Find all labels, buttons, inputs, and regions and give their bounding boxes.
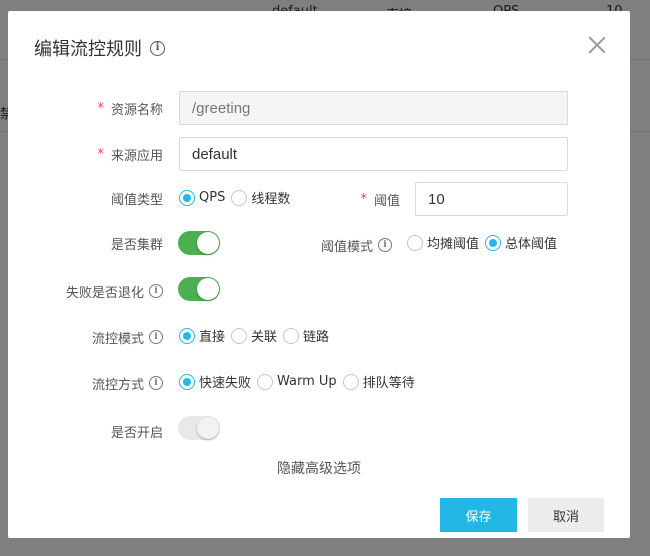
cancel-button[interactable]: 取消	[528, 498, 604, 532]
threshold-label: * 阈值	[348, 189, 400, 209]
threshold-label-text: 阈值	[373, 193, 400, 209]
radio-qps[interactable]: QPS	[179, 189, 226, 206]
threshold-type-label-text: 阈值类型	[110, 192, 163, 208]
radio-unselected-icon	[342, 373, 359, 390]
fallback-toggle[interactable]	[178, 277, 220, 301]
radio-global[interactable]: 总体阈值	[485, 233, 557, 252]
info-icon[interactable]: i	[149, 330, 163, 344]
radio-chain-label: 链路	[303, 330, 330, 345]
info-icon[interactable]: i	[150, 40, 165, 56]
origin-label-text: 来源应用	[110, 148, 163, 164]
threshold-input[interactable]	[415, 182, 568, 216]
cluster-threshold-mode-label-text: 阈值模式	[320, 239, 373, 255]
info-icon[interactable]: i	[378, 238, 392, 252]
cluster-threshold-mode-radio-group: 均摊阈值 总体阈值	[407, 233, 563, 252]
radio-unselected-icon	[231, 327, 248, 344]
required-marker: *	[97, 100, 104, 116]
fallback-label: 失败是否退化 i	[28, 281, 163, 301]
radio-selected-icon	[179, 189, 195, 206]
resource-name-input	[179, 91, 568, 125]
radio-fast-fail-label: 快速失败	[199, 376, 252, 391]
cluster-label: 是否集群	[48, 233, 163, 253]
required-marker: *	[360, 191, 367, 207]
radio-fast-fail[interactable]: 快速失败	[179, 372, 251, 391]
fallback-label-text: 失败是否退化	[65, 285, 144, 301]
radio-global-label: 总体阈值	[505, 237, 558, 252]
control-behavior-label-text: 流控方式	[91, 377, 144, 393]
control-behavior-radio-group: 快速失败 Warm Up 排队等待	[179, 372, 421, 391]
radio-relate[interactable]: 关联	[231, 326, 277, 345]
enabled-label: 是否开启	[48, 421, 163, 441]
strategy-radio-group: 直接 关联 链路	[179, 326, 335, 345]
radio-warm-up-label: Warm Up	[277, 374, 337, 389]
strategy-label-text: 流控模式	[91, 331, 144, 347]
threshold-type-label: 阈值类型	[48, 188, 163, 208]
origin-input[interactable]	[179, 137, 568, 171]
enabled-label-text: 是否开启	[110, 425, 163, 441]
radio-thread-count[interactable]: 线程数	[231, 188, 290, 207]
threshold-type-radio-group: QPS 线程数	[179, 188, 296, 207]
required-marker: *	[97, 146, 104, 162]
info-icon[interactable]: i	[149, 376, 163, 390]
info-icon[interactable]: i	[149, 284, 163, 298]
radio-relate-label: 关联	[251, 330, 278, 345]
dialog-title: 编辑流控规则 i	[34, 35, 165, 61]
strategy-label: 流控模式 i	[48, 327, 163, 347]
enabled-toggle[interactable]	[178, 416, 220, 440]
radio-unselected-icon	[283, 327, 300, 344]
radio-chain[interactable]: 链路	[283, 326, 329, 345]
close-icon[interactable]	[588, 36, 606, 54]
radio-warm-up[interactable]: Warm Up	[257, 373, 337, 390]
radio-selected-icon	[179, 327, 195, 344]
origin-label: * 来源应用	[48, 144, 163, 164]
edit-flow-rule-dialog: 编辑流控规则 i * 资源名称 * 来源应用 阈值类型 QPS 线程数 * 阈值…	[8, 11, 630, 538]
resource-name-label: * 资源名称	[48, 98, 163, 118]
radio-qps-label: QPS	[199, 190, 226, 205]
radio-direct-label: 直接	[199, 330, 226, 345]
save-button[interactable]: 保存	[440, 498, 517, 532]
radio-queue-label: 排队等待	[362, 376, 415, 391]
radio-selected-icon	[485, 234, 502, 251]
radio-unselected-icon	[257, 373, 274, 390]
radio-selected-icon	[179, 373, 195, 390]
cluster-label-text: 是否集群	[110, 237, 163, 253]
radio-unselected-icon	[231, 189, 248, 206]
cluster-threshold-mode-label: 阈值模式 i	[308, 235, 392, 255]
radio-unselected-icon	[407, 234, 423, 251]
radio-direct[interactable]: 直接	[179, 326, 225, 345]
radio-thread-count-label: 线程数	[251, 192, 291, 207]
cluster-toggle[interactable]	[178, 231, 220, 255]
resource-name-label-text: 资源名称	[110, 102, 163, 118]
radio-queue[interactable]: 排队等待	[342, 372, 415, 391]
control-behavior-label: 流控方式 i	[48, 373, 163, 393]
hide-advanced-options-link[interactable]: 隐藏高级选项	[8, 458, 630, 478]
radio-avg-local[interactable]: 均摊阈值	[407, 233, 479, 252]
radio-avg-local-label: 均摊阈值	[427, 237, 480, 252]
dialog-title-text: 编辑流控规则	[34, 39, 142, 60]
